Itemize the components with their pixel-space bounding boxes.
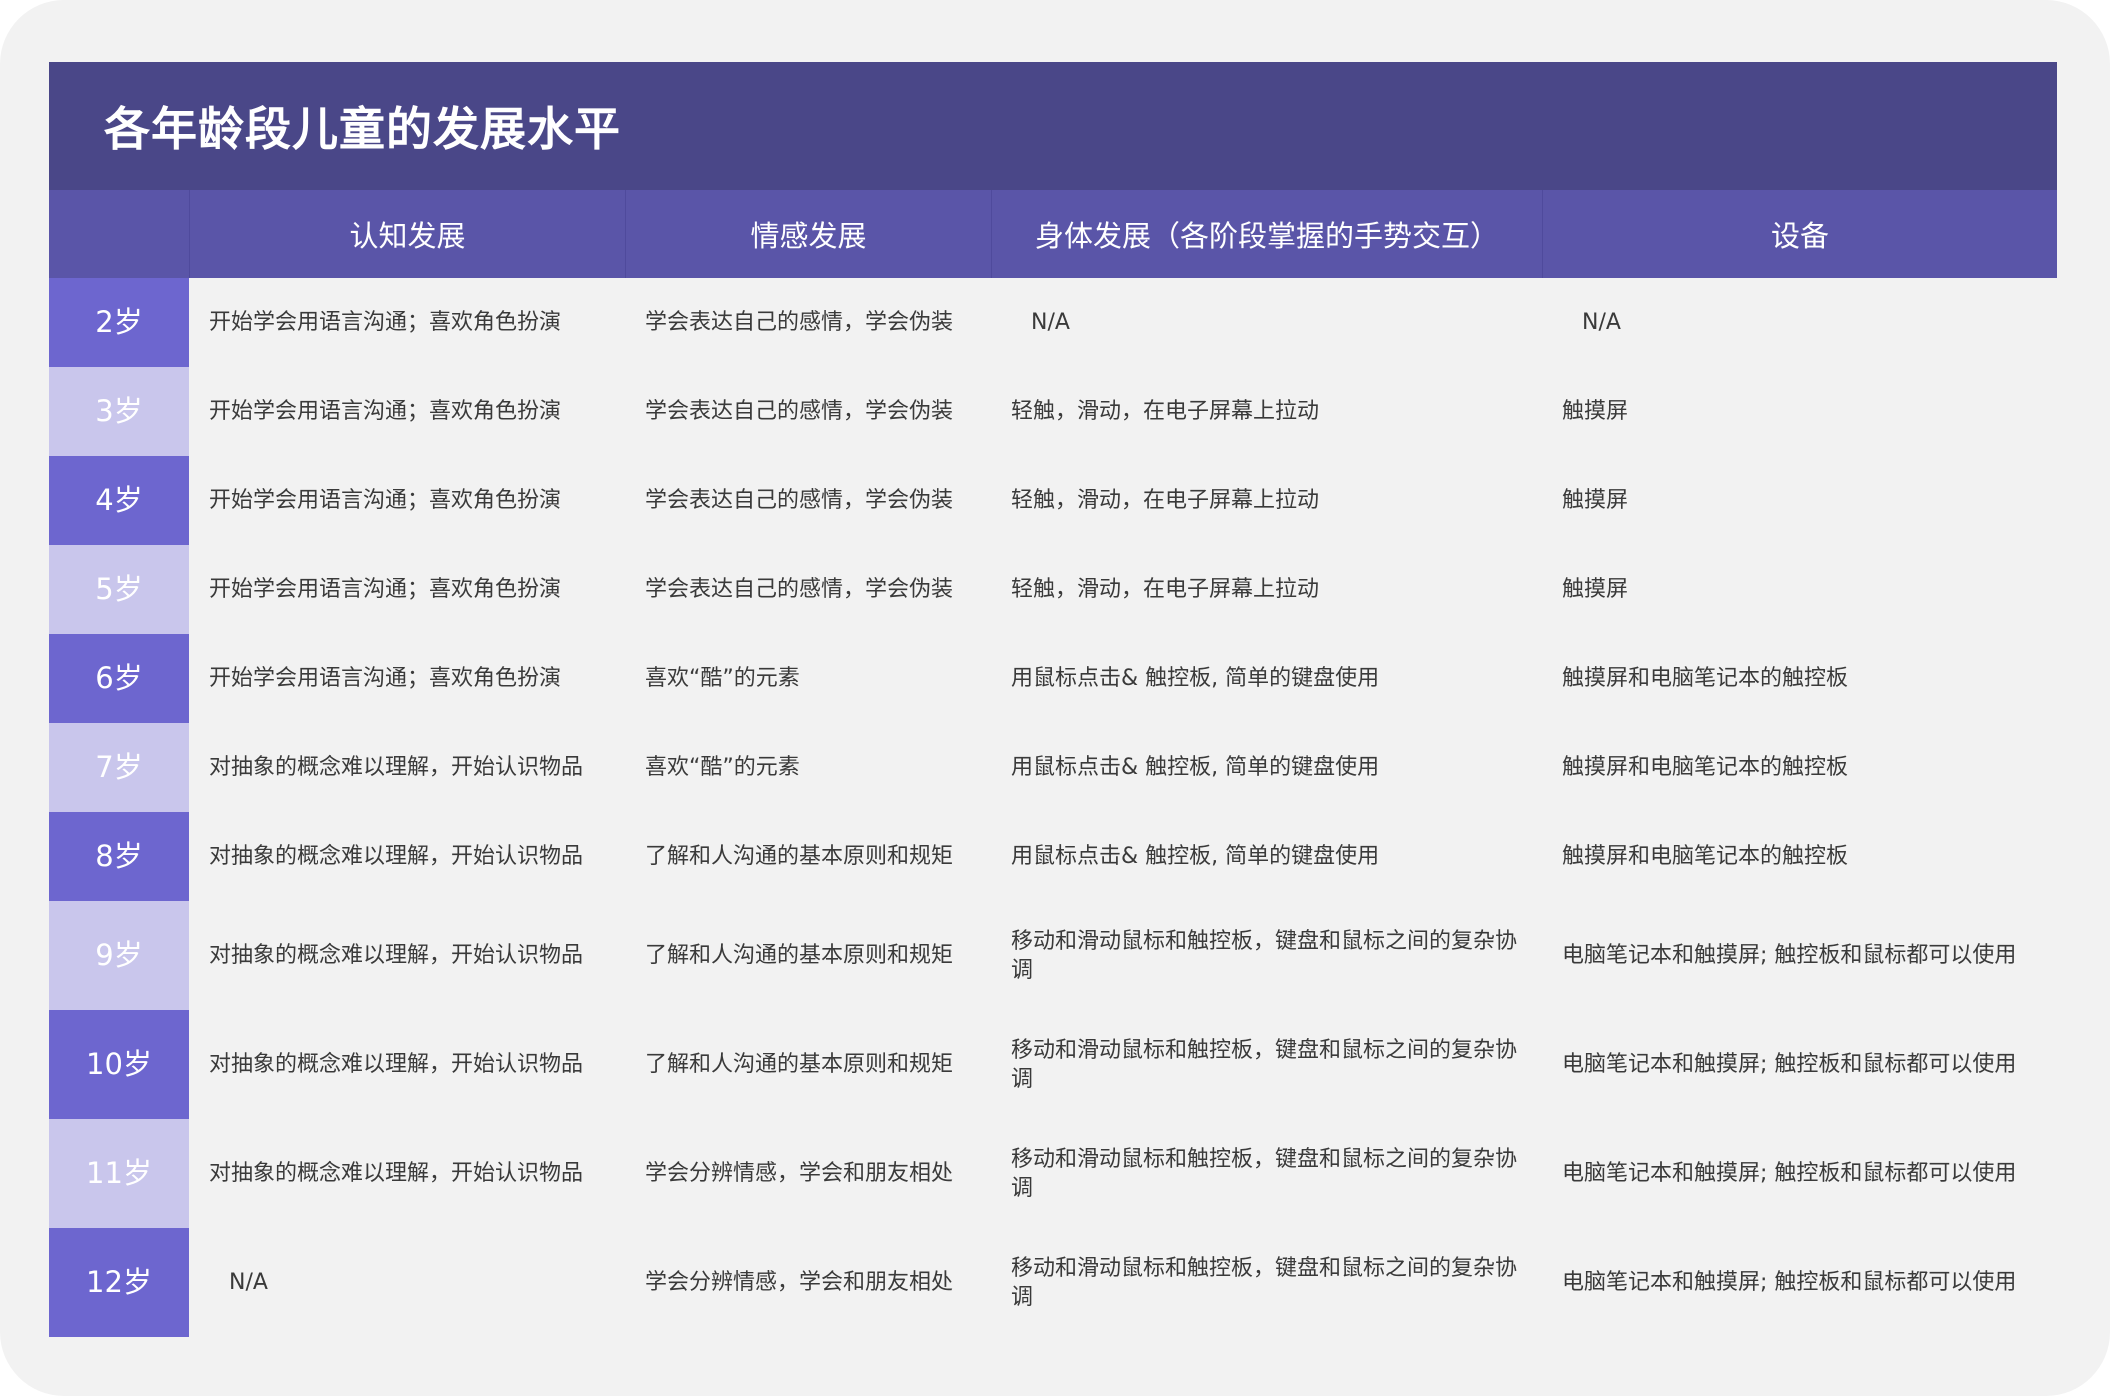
emotional-cell: 学会表达自己的感情，学会伪装 [645,310,954,335]
cognitive-cell: 开始学会用语言沟通；喜欢角色扮演 [209,488,562,513]
device-cell: 触摸屏 [1562,399,1629,424]
header-age [49,190,189,278]
device-cell: 触摸屏和电脑笔记本的触控板 [1562,755,1849,780]
device-cell: 电脑笔记本和触摸屏; 触控板和鼠标都可以使用 [1562,1052,2017,1077]
emotional-cell: 了解和人沟通的基本原则和规矩 [645,943,954,968]
development-table: 各年龄段儿童的发展水平 认知发展 情感发展 身体发展（各阶段掌握的手势交互） 设… [49,62,2057,1337]
emotional-cell: 学会分辨情感，学会和朋友相处 [645,1161,954,1186]
table-row: 12岁 N/A 学会分辨情感，学会和朋友相处 移动和滑动鼠标和触控板，键盘和鼠标… [49,1228,2057,1337]
header-row: 认知发展 情感发展 身体发展（各阶段掌握的手势交互） 设备 [49,190,2057,278]
table-row: 7岁 对抽象的概念难以理解，开始认识物品 喜欢“酷”的元素 用鼠标点击& 触控板… [49,723,2057,812]
age-cell: 3岁 [49,367,189,456]
device-cell: 电脑笔记本和触摸屏; 触控板和鼠标都可以使用 [1562,1270,2017,1295]
age-cell: 11岁 [49,1119,189,1228]
cognitive-cell: 对抽象的概念难以理解，开始认识物品 [209,844,584,869]
physical-cell: 移动和滑动鼠标和触控板，键盘和鼠标之间的复杂协调 [1011,928,1518,983]
cognitive-cell: 开始学会用语言沟通；喜欢角色扮演 [209,577,562,602]
emotional-cell: 喜欢“酷”的元素 [645,666,800,691]
table-row: 10岁 对抽象的概念难以理解，开始认识物品 了解和人沟通的基本原则和规矩 移动和… [49,1010,2057,1119]
table-row: 5岁 开始学会用语言沟通；喜欢角色扮演 学会表达自己的感情，学会伪装 轻触，滑动… [49,545,2057,634]
table-row: 4岁 开始学会用语言沟通；喜欢角色扮演 学会表达自己的感情，学会伪装 轻触，滑动… [49,456,2057,545]
title-bar: 各年龄段儿童的发展水平 [49,62,2057,190]
age-cell: 8岁 [49,812,189,901]
cognitive-cell: 对抽象的概念难以理解，开始认识物品 [209,1161,584,1186]
table-row: 9岁 对抽象的概念难以理解，开始认识物品 了解和人沟通的基本原则和规矩 移动和滑… [49,901,2057,1010]
physical-cell: 移动和滑动鼠标和触控板，键盘和鼠标之间的复杂协调 [1011,1037,1518,1092]
emotional-cell: 了解和人沟通的基本原则和规矩 [645,1052,954,1077]
age-cell: 9岁 [49,901,189,1010]
table-row: 2岁 开始学会用语言沟通；喜欢角色扮演 学会表达自己的感情，学会伪装 N/A N… [49,278,2057,367]
physical-cell: 用鼠标点击& 触控板, 简单的键盘使用 [1011,844,1380,869]
table-title: 各年龄段儿童的发展水平 [104,102,621,156]
cognitive-cell: N/A [229,1270,268,1295]
device-cell: N/A [1582,310,1621,335]
cognitive-cell: 开始学会用语言沟通；喜欢角色扮演 [209,399,562,424]
emotional-cell: 学会表达自己的感情，学会伪装 [645,399,954,424]
age-cell: 10岁 [49,1010,189,1119]
device-cell: 触摸屏 [1562,577,1629,602]
age-cell: 5岁 [49,545,189,634]
table-row: 3岁 开始学会用语言沟通；喜欢角色扮演 学会表达自己的感情，学会伪装 轻触，滑动… [49,367,2057,456]
emotional-cell: 了解和人沟通的基本原则和规矩 [645,844,954,869]
cognitive-cell: 对抽象的概念难以理解，开始认识物品 [209,943,584,968]
slide-card: 各年龄段儿童的发展水平 认知发展 情感发展 身体发展（各阶段掌握的手势交互） 设… [0,0,2110,1396]
cognitive-cell: 开始学会用语言沟通；喜欢角色扮演 [209,666,562,691]
emotional-cell: 学会分辨情感，学会和朋友相处 [645,1270,954,1295]
device-cell: 触摸屏和电脑笔记本的触控板 [1562,666,1849,691]
age-cell: 7岁 [49,723,189,812]
emotional-cell: 学会表达自己的感情，学会伪装 [645,577,954,602]
age-cell: 2岁 [49,278,189,367]
age-cell: 6岁 [49,634,189,723]
header-physical: 身体发展（各阶段掌握的手势交互） [991,190,1542,278]
device-cell: 电脑笔记本和触摸屏; 触控板和鼠标都可以使用 [1562,943,2017,968]
age-cell: 12岁 [49,1228,189,1337]
physical-cell: 用鼠标点击& 触控板, 简单的键盘使用 [1011,755,1380,780]
device-cell: 电脑笔记本和触摸屏; 触控板和鼠标都可以使用 [1562,1161,2017,1186]
emotional-cell: 学会表达自己的感情，学会伪装 [645,488,954,513]
cognitive-cell: 对抽象的概念难以理解，开始认识物品 [209,1052,584,1077]
physical-cell: N/A [1031,310,1070,335]
physical-cell: 轻触，滑动，在电子屏幕上拉动 [1011,577,1320,602]
device-cell: 触摸屏 [1562,488,1629,513]
physical-cell: 轻触，滑动，在电子屏幕上拉动 [1011,488,1320,513]
physical-cell: 移动和滑动鼠标和触控板，键盘和鼠标之间的复杂协调 [1011,1255,1518,1310]
header-cognitive: 认知发展 [189,190,625,278]
physical-cell: 移动和滑动鼠标和触控板，键盘和鼠标之间的复杂协调 [1011,1146,1518,1201]
cognitive-cell: 对抽象的概念难以理解，开始认识物品 [209,755,584,780]
header-emotional: 情感发展 [625,190,991,278]
device-cell: 触摸屏和电脑笔记本的触控板 [1562,844,1849,869]
table-row: 6岁 开始学会用语言沟通；喜欢角色扮演 喜欢“酷”的元素 用鼠标点击& 触控板,… [49,634,2057,723]
emotional-cell: 喜欢“酷”的元素 [645,755,800,780]
header-device: 设备 [1542,190,2057,278]
table-row: 11岁 对抽象的概念难以理解，开始认识物品 学会分辨情感，学会和朋友相处 移动和… [49,1119,2057,1228]
table-row: 8岁 对抽象的概念难以理解，开始认识物品 了解和人沟通的基本原则和规矩 用鼠标点… [49,812,2057,901]
physical-cell: 用鼠标点击& 触控板, 简单的键盘使用 [1011,666,1380,691]
cognitive-cell: 开始学会用语言沟通；喜欢角色扮演 [209,310,562,335]
age-cell: 4岁 [49,456,189,545]
physical-cell: 轻触，滑动，在电子屏幕上拉动 [1011,399,1320,424]
